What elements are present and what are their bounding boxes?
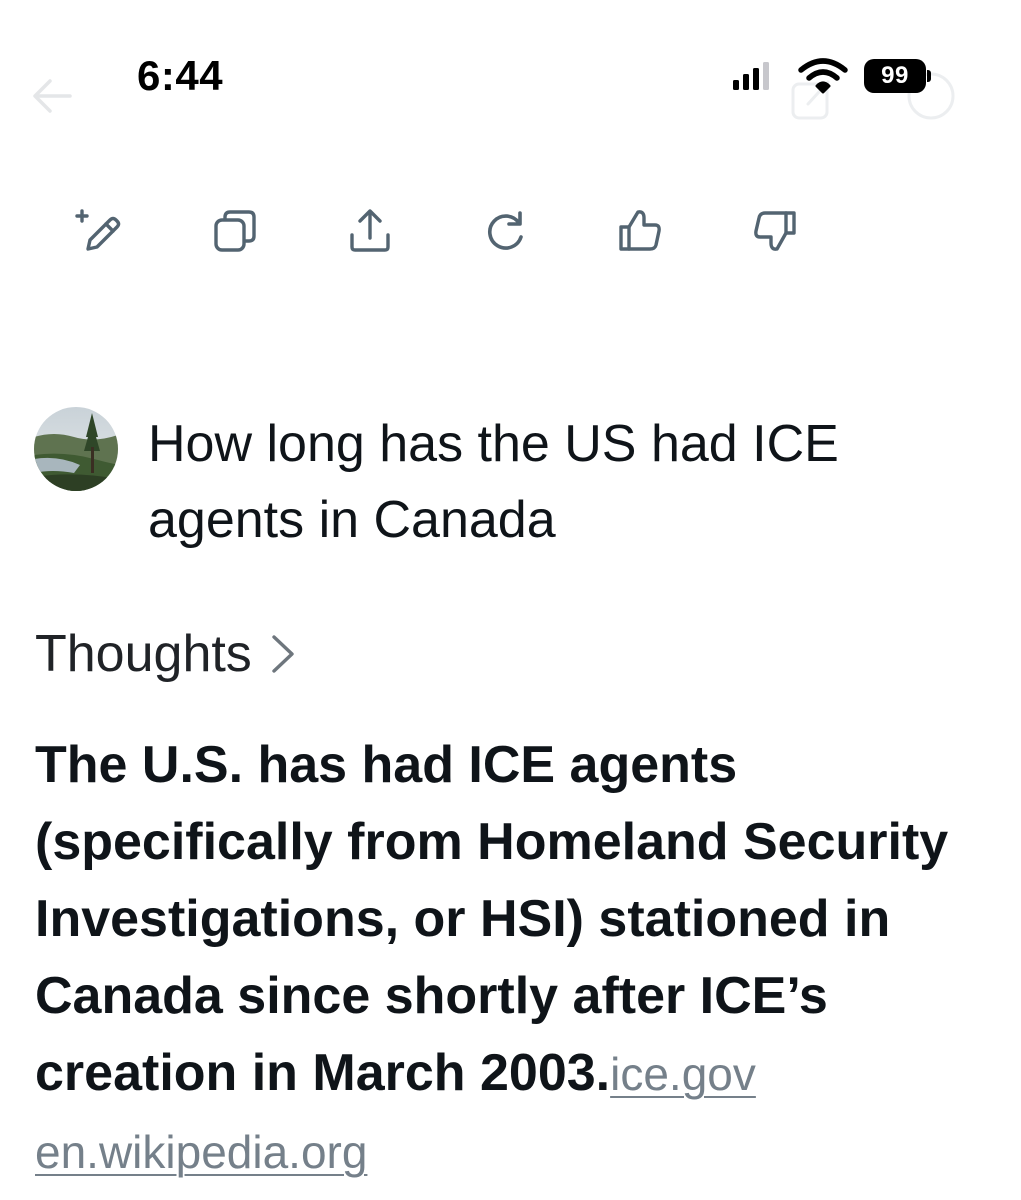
copy-icon	[214, 210, 256, 252]
thoughts-label: Thoughts	[35, 625, 252, 683]
edit-button[interactable]	[74, 205, 126, 257]
regenerate-icon	[488, 211, 523, 250]
user-avatar-landscape	[34, 407, 118, 491]
copy-button[interactable]	[209, 205, 261, 257]
chevron-right-icon	[272, 635, 294, 673]
edit-pencil-icon	[75, 209, 121, 251]
thoughts-toggle[interactable]: Thoughts	[35, 618, 296, 690]
cellular-signal-icon	[733, 62, 769, 90]
back-arrow-icon[interactable]	[30, 76, 74, 116]
like-button[interactable]	[614, 205, 666, 257]
thumbs-down-icon	[754, 211, 796, 251]
status-time: 6:44	[137, 52, 224, 99]
app-screen: 6:44 99 How long has the US had ICE agen…	[0, 0, 1021, 1200]
source-link-wikipedia[interactable]: en.wikipedia.org	[35, 1126, 367, 1178]
battery-level: 99	[881, 62, 909, 89]
wifi-icon	[798, 58, 848, 94]
battery-indicator: 99	[864, 59, 931, 93]
answer-body: The U.S. has had ICE agents (specificall…	[35, 736, 949, 1102]
regenerate-button[interactable]	[479, 205, 531, 257]
dislike-button[interactable]	[749, 205, 801, 257]
avatar[interactable]	[34, 407, 118, 491]
answer-text: The U.S. has had ICE agents (specificall…	[35, 727, 995, 1191]
user-message: How long has the US had ICE agents in Ca…	[148, 415, 839, 549]
thumbs-up-icon	[619, 210, 661, 251]
share-icon	[350, 209, 390, 252]
source-link-ice[interactable]: ice.gov	[610, 1048, 756, 1100]
share-button[interactable]	[344, 205, 396, 257]
